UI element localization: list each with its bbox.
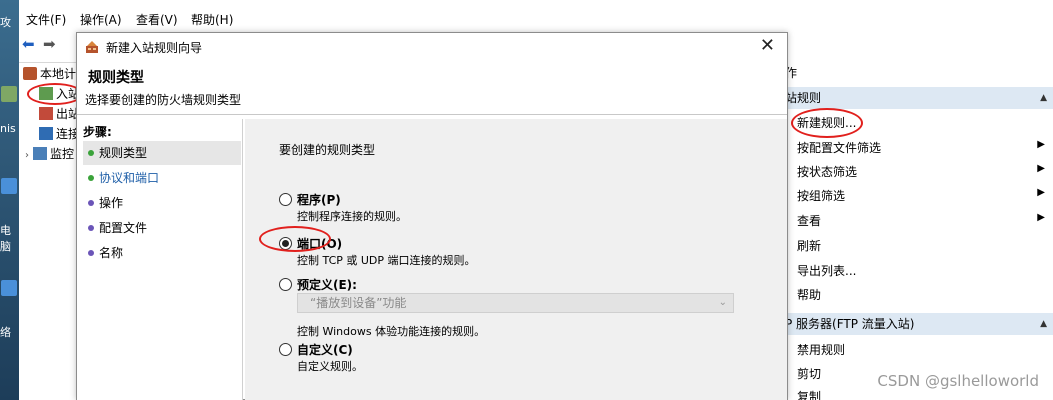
- desktop-background: 攻 nis 电脑 络: [0, 0, 19, 400]
- new-inbound-rule-wizard: 新建入站规则向导 ✕ 规则类型 选择要创建的防火墙规则类型 步骤: 规则类型 协…: [76, 32, 788, 400]
- close-icon[interactable]: ✕: [760, 35, 775, 56]
- page-subtitle: 选择要创建的防火墙规则类型: [85, 93, 242, 107]
- actions-header: 作: [779, 62, 1053, 84]
- step-dot-icon: [88, 150, 94, 156]
- section-title: 站规则: [785, 91, 822, 105]
- action-label: 按状态筛选: [797, 165, 858, 179]
- option-description: 控制程序连接的规则。: [297, 210, 407, 223]
- action-help[interactable]: 帮助: [797, 286, 821, 303]
- actions-section-inbound[interactable]: 站规则 ▲: [779, 87, 1053, 109]
- submenu-arrow-icon: ▶: [1037, 163, 1045, 174]
- step-dot-icon: [88, 250, 94, 256]
- tree-item-local[interactable]: 本地计: [23, 65, 76, 83]
- tree-item-connection[interactable]: 连接: [39, 125, 80, 143]
- desktop-network-icon: [1, 280, 17, 296]
- section-title: P 服务器(FTP 流量入站): [785, 317, 915, 331]
- back-arrow-icon[interactable]: ⬅: [22, 36, 40, 52]
- step-action[interactable]: 操作: [83, 191, 241, 215]
- actions-pane: 作 站规则 ▲ 新建规则... 按配置文件筛选 ▶ 按状态筛选 ▶ 按组筛选 ▶ 查看…: [779, 62, 1053, 400]
- dialog-header: 规则类型 选择要创建的防火墙规则类型: [77, 61, 787, 115]
- chevron-right-icon[interactable]: ›: [25, 150, 29, 161]
- tree-item-monitor[interactable]: › 监控: [25, 145, 74, 163]
- connection-security-icon: [39, 127, 53, 140]
- radio-button-selected[interactable]: [279, 237, 292, 250]
- submenu-arrow-icon: ▶: [1037, 187, 1045, 198]
- menu-help[interactable]: 帮助(H): [191, 11, 233, 28]
- action-copy[interactable]: 复制: [797, 388, 821, 400]
- action-label: 按组筛选: [797, 189, 846, 203]
- outbound-rules-icon: [39, 107, 53, 120]
- predefined-rules-dropdown[interactable]: “播放到设备”功能 ⌄: [297, 293, 734, 313]
- step-label: 规则类型: [99, 146, 148, 160]
- page-title: 规则类型: [88, 70, 144, 86]
- action-view[interactable]: 查看 ▶: [797, 212, 1049, 229]
- submenu-arrow-icon: ▶: [1037, 139, 1045, 150]
- dialog-titlebar: 新建入站规则向导 ✕: [77, 33, 787, 61]
- radio-button[interactable]: [279, 278, 292, 291]
- radio-button[interactable]: [279, 343, 292, 356]
- action-disable-rule[interactable]: 禁用规则: [797, 341, 845, 358]
- action-filter-state[interactable]: 按状态筛选 ▶: [797, 163, 1049, 180]
- step-profile[interactable]: 配置文件: [83, 216, 241, 240]
- action-new-rule[interactable]: 新建规则...: [797, 114, 856, 131]
- desktop-label: 攻: [0, 16, 11, 29]
- tree-item-label: 监控: [50, 147, 75, 161]
- menu-file[interactable]: 文件(F): [26, 11, 66, 28]
- chevron-down-icon[interactable]: ⌄: [719, 294, 727, 312]
- option-label: 预定义(E):: [297, 278, 357, 292]
- step-dot-icon: [88, 225, 94, 231]
- option-description: 控制 TCP 或 UDP 端口连接的规则。: [297, 254, 476, 267]
- desktop-computer-icon: [1, 178, 17, 194]
- action-label: 按配置文件筛选: [797, 141, 882, 155]
- step-label: 操作: [99, 196, 124, 210]
- step-label: 配置文件: [99, 221, 148, 235]
- action-filter-profile[interactable]: 按配置文件筛选 ▶: [797, 139, 1049, 156]
- watermark: CSDN @gslhelloworld: [877, 372, 1039, 390]
- step-dot-icon: [88, 175, 94, 181]
- tree-item-outbound[interactable]: 出站: [39, 105, 80, 123]
- desktop-label: nis: [0, 122, 16, 135]
- steps-panel: 步骤: 规则类型 协议和端口 操作 配置文件 名称: [77, 119, 243, 400]
- option-label: 程序(P): [297, 193, 341, 207]
- option-label: 端口(O): [297, 237, 343, 251]
- step-name[interactable]: 名称: [83, 241, 241, 265]
- collapse-icon[interactable]: ▲: [1040, 87, 1047, 109]
- desktop-label: 络: [0, 326, 11, 339]
- tree-item-label: 本地计: [40, 67, 77, 81]
- rule-type-content: 要创建的规则类型 程序(P) 控制程序连接的规则。 端口(O) 控制 TCP 或…: [245, 119, 787, 400]
- menu-view[interactable]: 查看(V): [136, 11, 178, 28]
- dropdown-value: “播放到设备”功能: [310, 296, 407, 310]
- step-label: 名称: [99, 246, 124, 260]
- step-dot-icon: [88, 200, 94, 206]
- firewall-icon: [23, 67, 37, 80]
- dialog-title: 新建入站规则向导: [106, 41, 203, 55]
- step-label: 协议和端口: [99, 171, 160, 185]
- actions-section-ftp[interactable]: P 服务器(FTP 流量入站) ▲: [779, 313, 1053, 335]
- firewall-icon: [85, 40, 99, 54]
- action-cut[interactable]: 剪切: [797, 365, 821, 382]
- tree-item-inbound[interactable]: 入站: [39, 85, 80, 103]
- action-export-list[interactable]: 导出列表...: [797, 262, 856, 279]
- forward-arrow-icon[interactable]: ➡: [43, 36, 61, 52]
- action-refresh[interactable]: 刷新: [797, 237, 821, 254]
- option-label: 自定义(C): [297, 343, 353, 357]
- question-label: 要创建的规则类型: [279, 143, 376, 157]
- monitor-icon: [33, 147, 47, 160]
- console-tree: 本地计 入站 出站 连接 › 监控: [19, 62, 80, 400]
- desktop-label: 电脑: [0, 224, 11, 253]
- option-description: 控制 Windows 体验功能连接的规则。: [297, 325, 486, 338]
- action-filter-group[interactable]: 按组筛选 ▶: [797, 187, 1049, 204]
- step-protocol-port[interactable]: 协议和端口: [83, 166, 241, 190]
- steps-header: 步骤:: [83, 125, 112, 139]
- option-description: 自定义规则。: [297, 360, 363, 373]
- menu-action[interactable]: 操作(A): [80, 11, 122, 28]
- collapse-icon[interactable]: ▲: [1040, 313, 1047, 335]
- desktop-user-icon: [1, 86, 17, 102]
- inbound-rules-icon: [39, 87, 53, 100]
- action-label: 查看: [797, 214, 822, 228]
- step-rule-type[interactable]: 规则类型: [83, 141, 241, 165]
- submenu-arrow-icon: ▶: [1037, 212, 1045, 223]
- radio-button[interactable]: [279, 193, 292, 206]
